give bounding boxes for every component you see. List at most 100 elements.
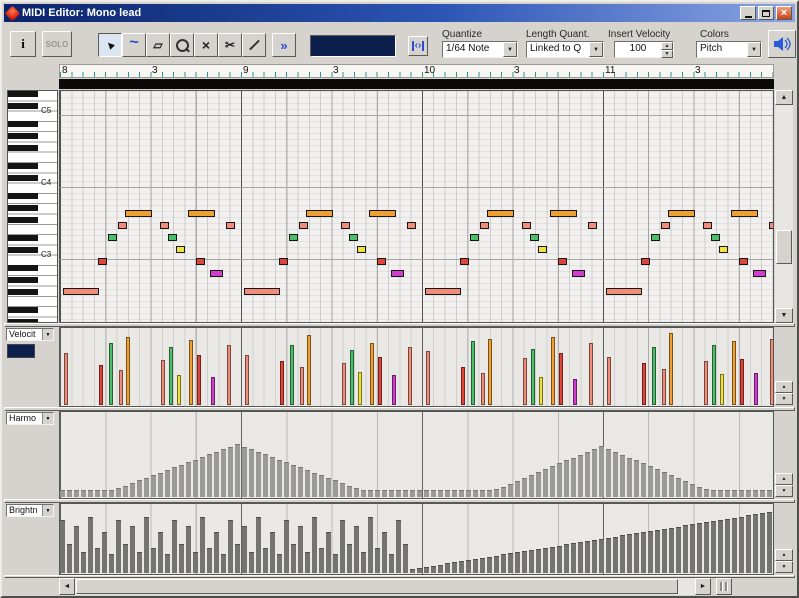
controller-bar[interactable] bbox=[424, 490, 429, 497]
controller-bar[interactable] bbox=[718, 490, 723, 497]
piano-key-black[interactable] bbox=[8, 247, 38, 253]
controller-bar[interactable] bbox=[697, 523, 702, 573]
velocity-bar[interactable] bbox=[539, 377, 543, 405]
velocity-bar[interactable] bbox=[607, 357, 611, 405]
controller-bar[interactable] bbox=[431, 566, 436, 573]
note-display-area[interactable] bbox=[59, 90, 774, 323]
controller-bar[interactable] bbox=[200, 517, 205, 573]
velocity-bar[interactable] bbox=[754, 373, 758, 405]
controller-bar[interactable] bbox=[151, 548, 156, 573]
piano-key-black[interactable] bbox=[8, 307, 38, 313]
scroll-left-button[interactable]: ◄ bbox=[59, 578, 75, 595]
velocity-bar[interactable] bbox=[342, 363, 346, 405]
controller-bar[interactable] bbox=[683, 481, 688, 497]
velocity-bar[interactable] bbox=[471, 341, 475, 405]
chevron-down-icon[interactable]: ▼ bbox=[42, 329, 53, 340]
controller-bar[interactable] bbox=[445, 490, 450, 497]
controller-bar[interactable] bbox=[452, 562, 457, 573]
midi-note[interactable] bbox=[487, 210, 514, 217]
controller-bar[interactable] bbox=[305, 552, 310, 573]
piano-key-black[interactable] bbox=[8, 193, 38, 199]
piano-key-black[interactable] bbox=[8, 163, 38, 169]
controller-bar[interactable] bbox=[375, 548, 380, 573]
controller-bar[interactable] bbox=[529, 550, 534, 573]
velocity-bar[interactable] bbox=[461, 367, 465, 405]
controller-bar[interactable] bbox=[312, 517, 317, 573]
controller-bar[interactable] bbox=[711, 490, 716, 497]
window-splitter-handle[interactable] bbox=[716, 578, 732, 595]
controller-bar[interactable] bbox=[235, 544, 240, 573]
controller-bar[interactable] bbox=[536, 549, 541, 573]
midi-note[interactable] bbox=[279, 258, 288, 265]
controller-bar[interactable] bbox=[263, 454, 268, 497]
controller-bar[interactable] bbox=[144, 517, 149, 573]
controller-bar[interactable] bbox=[116, 488, 121, 497]
midi-note[interactable] bbox=[572, 270, 585, 277]
midi-note[interactable] bbox=[196, 258, 205, 265]
controller-bar[interactable] bbox=[158, 473, 163, 497]
controller-bar[interactable] bbox=[648, 531, 653, 573]
velocity-bar[interactable] bbox=[481, 373, 485, 405]
controller-bar[interactable] bbox=[193, 460, 198, 497]
controller-bar[interactable] bbox=[403, 544, 408, 573]
controller-bar[interactable] bbox=[648, 466, 653, 497]
controller-bar[interactable] bbox=[109, 490, 114, 497]
velocity-bar[interactable] bbox=[300, 367, 304, 405]
controller-bar[interactable] bbox=[368, 490, 373, 497]
controller-bar[interactable] bbox=[242, 526, 247, 573]
controller-bar[interactable] bbox=[676, 527, 681, 573]
controller-bar[interactable] bbox=[235, 444, 240, 497]
controller-bar[interactable] bbox=[564, 460, 569, 497]
controller-bar[interactable] bbox=[417, 490, 422, 497]
controller-bar[interactable] bbox=[515, 552, 520, 573]
controller-bar[interactable] bbox=[564, 544, 569, 573]
controller-bar[interactable] bbox=[130, 483, 135, 497]
velocity-bar[interactable] bbox=[704, 361, 708, 405]
spin-up-icon[interactable]: ▲ bbox=[775, 549, 793, 561]
controller-bar[interactable] bbox=[585, 452, 590, 497]
controller-bar[interactable] bbox=[298, 467, 303, 497]
spin-up-icon[interactable]: ▲ bbox=[775, 473, 793, 485]
velocity-bar[interactable] bbox=[551, 337, 555, 405]
midi-note[interactable] bbox=[470, 234, 479, 241]
controller-bar[interactable] bbox=[214, 532, 219, 573]
controller-bar[interactable] bbox=[487, 490, 492, 497]
brightness-lane-area[interactable] bbox=[59, 503, 774, 575]
velocity-bar[interactable] bbox=[652, 347, 656, 405]
controller-bar[interactable] bbox=[410, 490, 415, 497]
piano-key-black[interactable] bbox=[8, 205, 38, 211]
controller-bar[interactable] bbox=[95, 490, 100, 497]
midi-note[interactable] bbox=[176, 246, 185, 253]
controller-bar[interactable] bbox=[445, 563, 450, 573]
controller-bar[interactable] bbox=[431, 490, 436, 497]
controller-bar[interactable] bbox=[382, 490, 387, 497]
midi-note[interactable] bbox=[651, 234, 660, 241]
controller-bar[interactable] bbox=[557, 463, 562, 497]
piano-key-black[interactable] bbox=[8, 91, 38, 97]
controller-bar[interactable] bbox=[270, 457, 275, 497]
controller-bar[interactable] bbox=[641, 463, 646, 497]
controller-bar[interactable] bbox=[347, 486, 352, 497]
controller-bar[interactable] bbox=[557, 546, 562, 573]
zoom-tool-button[interactable] bbox=[170, 33, 194, 57]
midi-note[interactable] bbox=[407, 222, 416, 229]
spin-up-icon[interactable]: ▲ bbox=[775, 381, 793, 393]
controller-bar[interactable] bbox=[501, 554, 506, 573]
controller-bar[interactable] bbox=[683, 525, 688, 573]
midi-note[interactable] bbox=[606, 288, 642, 295]
controller-bar[interactable] bbox=[396, 490, 401, 497]
horizontal-scrollbar[interactable]: ◄ ► bbox=[59, 578, 711, 595]
midi-note[interactable] bbox=[369, 210, 396, 217]
eraser-tool-button[interactable]: ▱ bbox=[146, 33, 170, 57]
controller-bar[interactable] bbox=[137, 480, 142, 497]
controller-bar[interactable] bbox=[221, 554, 226, 573]
midi-note[interactable] bbox=[668, 210, 695, 217]
controller-bar[interactable] bbox=[704, 522, 709, 573]
controller-bar[interactable] bbox=[452, 490, 457, 497]
controller-bar[interactable] bbox=[165, 470, 170, 497]
controller-bar[interactable] bbox=[438, 565, 443, 573]
midi-note[interactable] bbox=[538, 246, 547, 253]
controller-bar[interactable] bbox=[627, 458, 632, 497]
controller-bar[interactable] bbox=[536, 472, 541, 497]
piano-keyboard[interactable]: C5C4C3 bbox=[7, 90, 58, 323]
